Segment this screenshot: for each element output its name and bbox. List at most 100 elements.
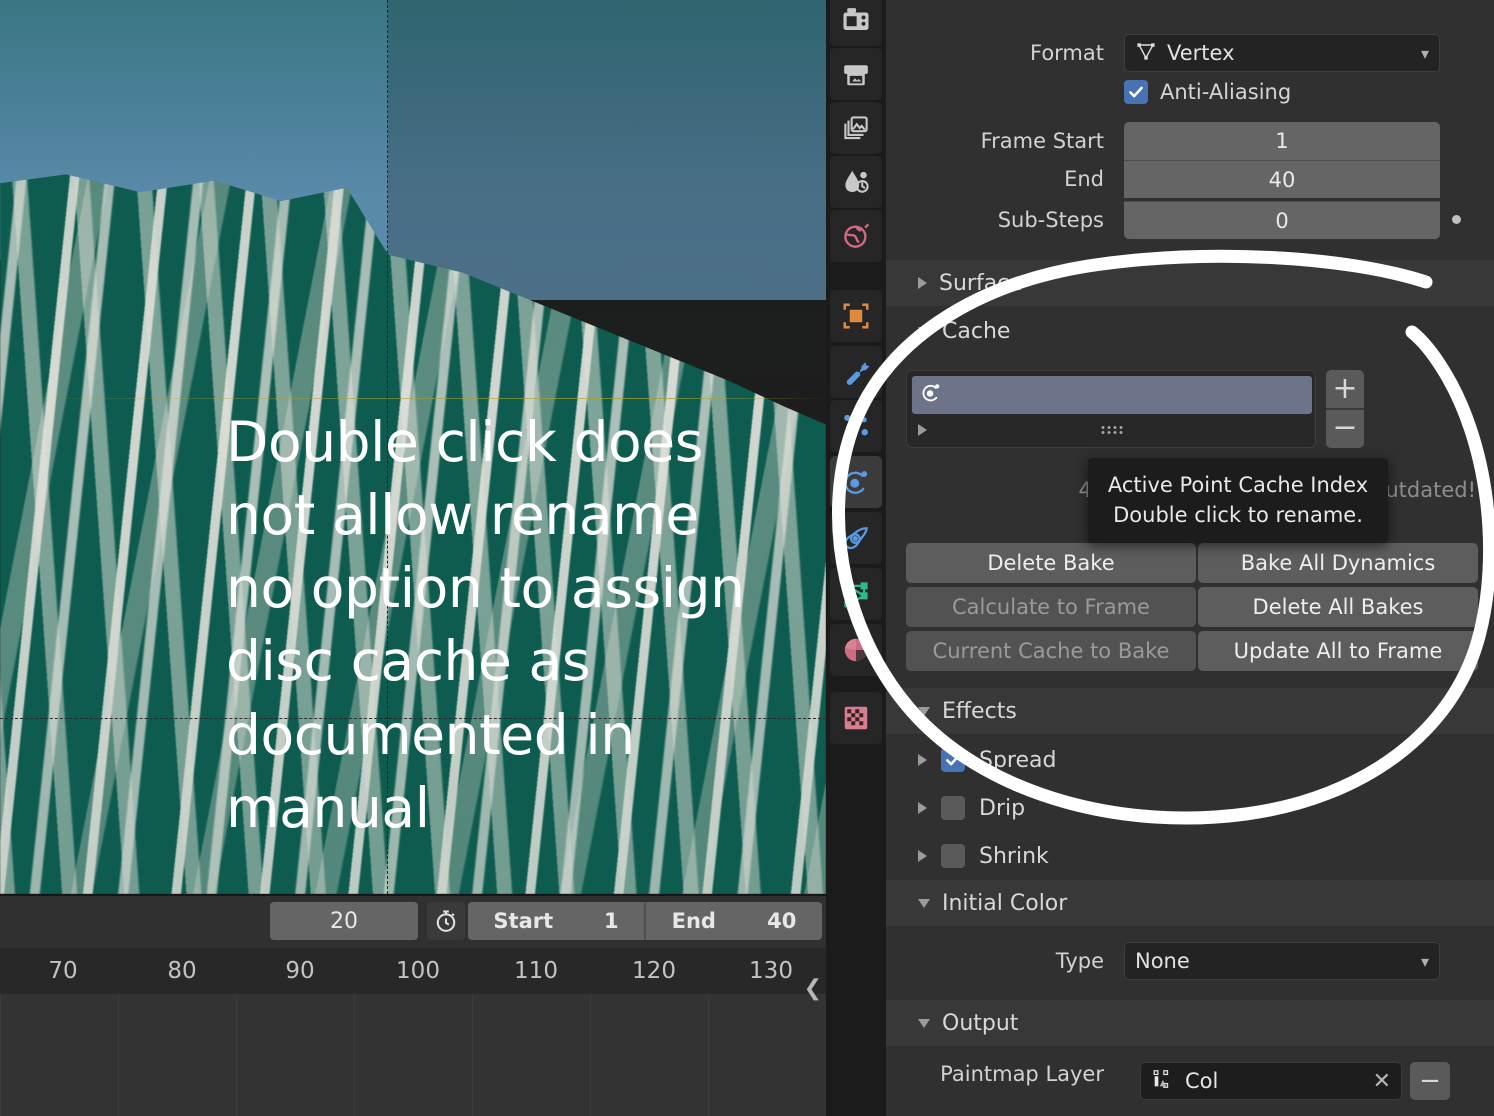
close-x-icon[interactable]: ✕: [1373, 1069, 1391, 1094]
sidebar-item-texture[interactable]: [830, 692, 882, 744]
ruler-tick: 70: [48, 958, 77, 984]
shrink-label: Shrink: [979, 844, 1049, 869]
surface-panel-header[interactable]: Surface: [886, 260, 1494, 306]
sub-steps-row: Sub-Steps 0: [886, 201, 1494, 239]
vertex-icon: [1135, 40, 1157, 67]
effect-row-drip[interactable]: Drip: [886, 784, 1494, 832]
frame-range-group[interactable]: Start 1 End 40: [468, 902, 822, 940]
chevron-down-icon: ▾: [1421, 44, 1429, 63]
sidebar-item-scene[interactable]: [830, 156, 882, 208]
ruler-tick: 90: [285, 958, 314, 984]
world-globe-icon: [841, 221, 871, 251]
initial-color-panel-header[interactable]: Initial Color: [886, 880, 1494, 926]
paintmap-layer-field[interactable]: Col ✕: [1140, 1062, 1402, 1100]
chevron-right-icon[interactable]: [918, 424, 927, 436]
sidebar-item-world[interactable]: [830, 210, 882, 262]
printer-icon: [841, 59, 871, 89]
sidebar-item-object[interactable]: [830, 290, 882, 342]
cache-panel-header[interactable]: Cache: [886, 308, 1494, 354]
point-cache-list-item[interactable]: [912, 376, 1312, 414]
constraint-icon: [841, 523, 871, 553]
timeline-editor[interactable]: 20 Start 1 End 40: [0, 894, 826, 1116]
sidebar-item-render[interactable]: [830, 0, 882, 46]
frame-end-field[interactable]: End 40: [646, 902, 822, 940]
sidebar-item-physics[interactable]: [830, 456, 882, 508]
sidebar-item-particles[interactable]: [830, 400, 882, 452]
timeline-track-area[interactable]: [0, 994, 826, 1116]
tooltip-line-1: Active Point Cache Index: [1106, 470, 1370, 500]
output-panel-header[interactable]: Output: [886, 1000, 1494, 1046]
stopwatch-icon[interactable]: [427, 902, 465, 940]
frame-start-field[interactable]: Start 1: [468, 902, 644, 940]
viewport-3d[interactable]: Double click does not allow rename no op…: [0, 0, 826, 894]
frame-end-row: End 40: [886, 160, 1494, 198]
bake-all-dynamics-button[interactable]: Bake All Dynamics: [1198, 543, 1478, 583]
cache-panel-label: Cache: [942, 319, 1010, 344]
anti-aliasing-row[interactable]: Anti-Aliasing: [1124, 80, 1291, 104]
ruler-tick: 110: [514, 958, 558, 984]
drip-checkbox[interactable]: [941, 796, 965, 820]
delete-bake-button[interactable]: Delete Bake: [906, 543, 1196, 583]
paintmap-remove-button[interactable]: −: [1410, 1062, 1450, 1100]
timeline-header: 20 Start 1 End 40: [0, 896, 826, 948]
material-sphere-icon: [841, 635, 871, 665]
properties-panel[interactable]: Format Vertex ▾ Anti-Aliasing: [886, 0, 1494, 1116]
list-resize-grip[interactable]: [912, 417, 1312, 443]
tooltip-popup: Active Point Cache Index Double click to…: [1088, 458, 1388, 543]
mesh-data-icon: [841, 579, 871, 609]
sidebar-item-modifiers[interactable]: [830, 346, 882, 398]
initial-color-type-dropdown[interactable]: None ▾: [1124, 942, 1440, 980]
sidebar-item-material[interactable]: [830, 624, 882, 676]
add-cache-button[interactable]: +: [1326, 370, 1364, 408]
spread-checkbox[interactable]: [941, 748, 965, 772]
properties-tab-rail[interactable]: [826, 0, 886, 1116]
type-label: Type: [886, 949, 1104, 973]
format-label: Format: [886, 41, 1104, 65]
chevron-right-icon[interactable]: [918, 802, 927, 814]
frame-start-value: 1: [604, 909, 619, 933]
frame-start-label: Frame Start: [886, 129, 1104, 153]
frame-start-input[interactable]: 1: [1124, 122, 1440, 160]
update-all-to-frame-button[interactable]: Update All to Frame: [1198, 631, 1478, 671]
effect-row-shrink[interactable]: Shrink: [886, 832, 1494, 880]
current-frame-field[interactable]: 20: [270, 902, 418, 940]
sidebar-item-object-constraints[interactable]: [830, 512, 882, 564]
effects-panel-header[interactable]: Effects: [886, 688, 1494, 734]
sidebar-item-object-data[interactable]: [830, 568, 882, 620]
delete-all-bakes-button[interactable]: Delete All Bakes: [1198, 587, 1478, 627]
animate-decorator-dot[interactable]: [1452, 215, 1461, 224]
remove-cache-button[interactable]: −: [1326, 408, 1364, 446]
shrink-checkbox[interactable]: [941, 844, 965, 868]
physics-orbit-icon: [841, 467, 871, 497]
calculate-to-frame-button[interactable]: Calculate to Frame: [906, 587, 1196, 627]
anti-aliasing-checkbox[interactable]: [1124, 80, 1148, 104]
type-value: None: [1135, 949, 1190, 973]
vertex-color-icon: [1151, 1068, 1173, 1095]
frame-end-input[interactable]: 40: [1124, 160, 1440, 198]
format-value: Vertex: [1167, 41, 1235, 65]
annotation-note-text: Double click does not allow rename no op…: [226, 406, 826, 845]
output-panel-label: Output: [942, 1011, 1018, 1036]
chevron-left-icon[interactable]: ❮: [804, 976, 822, 1001]
object-square-icon: [841, 301, 871, 331]
drip-label: Drip: [979, 796, 1025, 821]
chevron-right-icon[interactable]: [918, 850, 927, 862]
ruler-tick: 100: [396, 958, 440, 984]
cache-add-remove-group[interactable]: + −: [1326, 370, 1364, 448]
images-icon: [841, 113, 871, 143]
sidebar-item-view-layer[interactable]: [830, 102, 882, 154]
minus-icon: −: [1419, 1066, 1441, 1096]
sky-right-camera-shade: [388, 0, 826, 300]
wrench-icon: [841, 357, 871, 387]
current-cache-to-bake-button[interactable]: Current Cache to Bake: [906, 631, 1196, 671]
chevron-down-icon: [918, 327, 930, 336]
timeline-ruler[interactable]: 70 80 90 100 110 120 130: [0, 948, 826, 994]
format-dropdown[interactable]: Vertex ▾: [1124, 34, 1440, 72]
chevron-right-icon[interactable]: [918, 754, 927, 766]
sidebar-item-output[interactable]: [830, 48, 882, 100]
effect-row-spread[interactable]: Spread: [886, 736, 1494, 784]
point-cache-list[interactable]: [906, 370, 1316, 448]
chevron-down-icon: [918, 1019, 930, 1028]
grip-dots-icon[interactable]: [1100, 425, 1124, 435]
sub-steps-input[interactable]: 0: [1124, 201, 1440, 239]
